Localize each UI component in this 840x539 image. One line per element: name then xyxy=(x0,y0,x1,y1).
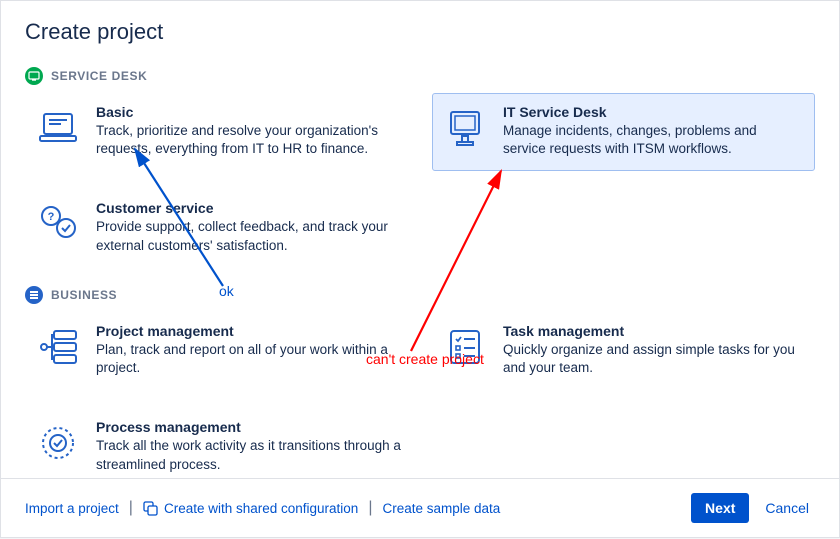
card-title: Task management xyxy=(503,323,800,339)
card-title: Basic xyxy=(96,104,393,120)
service-desk-row-1: Basic Track, prioritize and resolve your… xyxy=(25,93,815,171)
business-row-2: Process management Track all the work ac… xyxy=(25,408,815,486)
page-title: Create project xyxy=(1,1,839,49)
process-cycle-icon xyxy=(36,419,80,473)
business-badge-icon xyxy=(25,286,43,304)
cancel-button[interactable]: Cancel xyxy=(759,493,815,523)
section-label-business: BUSINESS xyxy=(51,288,117,302)
shared-config-icon xyxy=(143,501,158,516)
card-title: Customer service xyxy=(96,200,419,216)
template-card-it-service-desk[interactable]: IT Service Desk Manage incidents, change… xyxy=(432,93,815,171)
card-title: Process management xyxy=(96,419,419,435)
card-desc: Track all the work activity as it transi… xyxy=(96,437,419,473)
hierarchy-icon xyxy=(36,323,80,377)
section-label-service-desk: SERVICE DESK xyxy=(51,69,147,83)
business-row-1: Project management Plan, track and repor… xyxy=(25,312,815,390)
dialog-content: SERVICE DESK Basic Track, prioritize and… xyxy=(1,49,839,487)
create-sample-data-link[interactable]: Create sample data xyxy=(382,501,500,516)
card-desc: Provide support, collect feedback, and t… xyxy=(96,218,419,254)
template-card-project-management[interactable]: Project management Plan, track and repor… xyxy=(25,312,408,390)
section-header-business: BUSINESS xyxy=(25,286,815,304)
template-card-task-management[interactable]: Task management Quickly organize and ass… xyxy=(432,312,815,390)
card-title: IT Service Desk xyxy=(503,104,800,120)
template-card-basic[interactable]: Basic Track, prioritize and resolve your… xyxy=(25,93,408,171)
import-project-link[interactable]: Import a project xyxy=(25,501,119,516)
card-desc: Plan, track and report on all of your wo… xyxy=(96,341,393,377)
laptop-icon xyxy=(36,104,80,158)
service-desk-row-2: ? Customer service Provide support, coll… xyxy=(25,189,815,267)
service-desk-badge-icon xyxy=(25,67,43,85)
card-desc: Track, prioritize and resolve your organ… xyxy=(96,122,393,158)
monitor-icon xyxy=(443,104,487,158)
dialog-footer: Import a project | Create with shared co… xyxy=(1,478,839,537)
next-button[interactable]: Next xyxy=(691,493,749,523)
card-desc: Manage incidents, changes, problems and … xyxy=(503,122,800,158)
footer-separator: | xyxy=(129,499,133,517)
card-title: Project management xyxy=(96,323,393,339)
create-project-dialog: Create project SERVICE DESK xyxy=(0,0,840,538)
shared-config-label: Create with shared configuration xyxy=(164,501,358,516)
footer-separator: | xyxy=(368,499,372,517)
card-desc: Quickly organize and assign simple tasks… xyxy=(503,341,800,377)
template-card-process-management[interactable]: Process management Track all the work ac… xyxy=(25,408,434,486)
svg-text:?: ? xyxy=(48,211,55,223)
checklist-icon xyxy=(443,323,487,377)
create-shared-config-link[interactable]: Create with shared configuration xyxy=(143,501,358,516)
feedback-icon: ? xyxy=(36,200,80,254)
template-card-customer-service[interactable]: ? Customer service Provide support, coll… xyxy=(25,189,434,267)
section-header-service-desk: SERVICE DESK xyxy=(25,67,815,85)
